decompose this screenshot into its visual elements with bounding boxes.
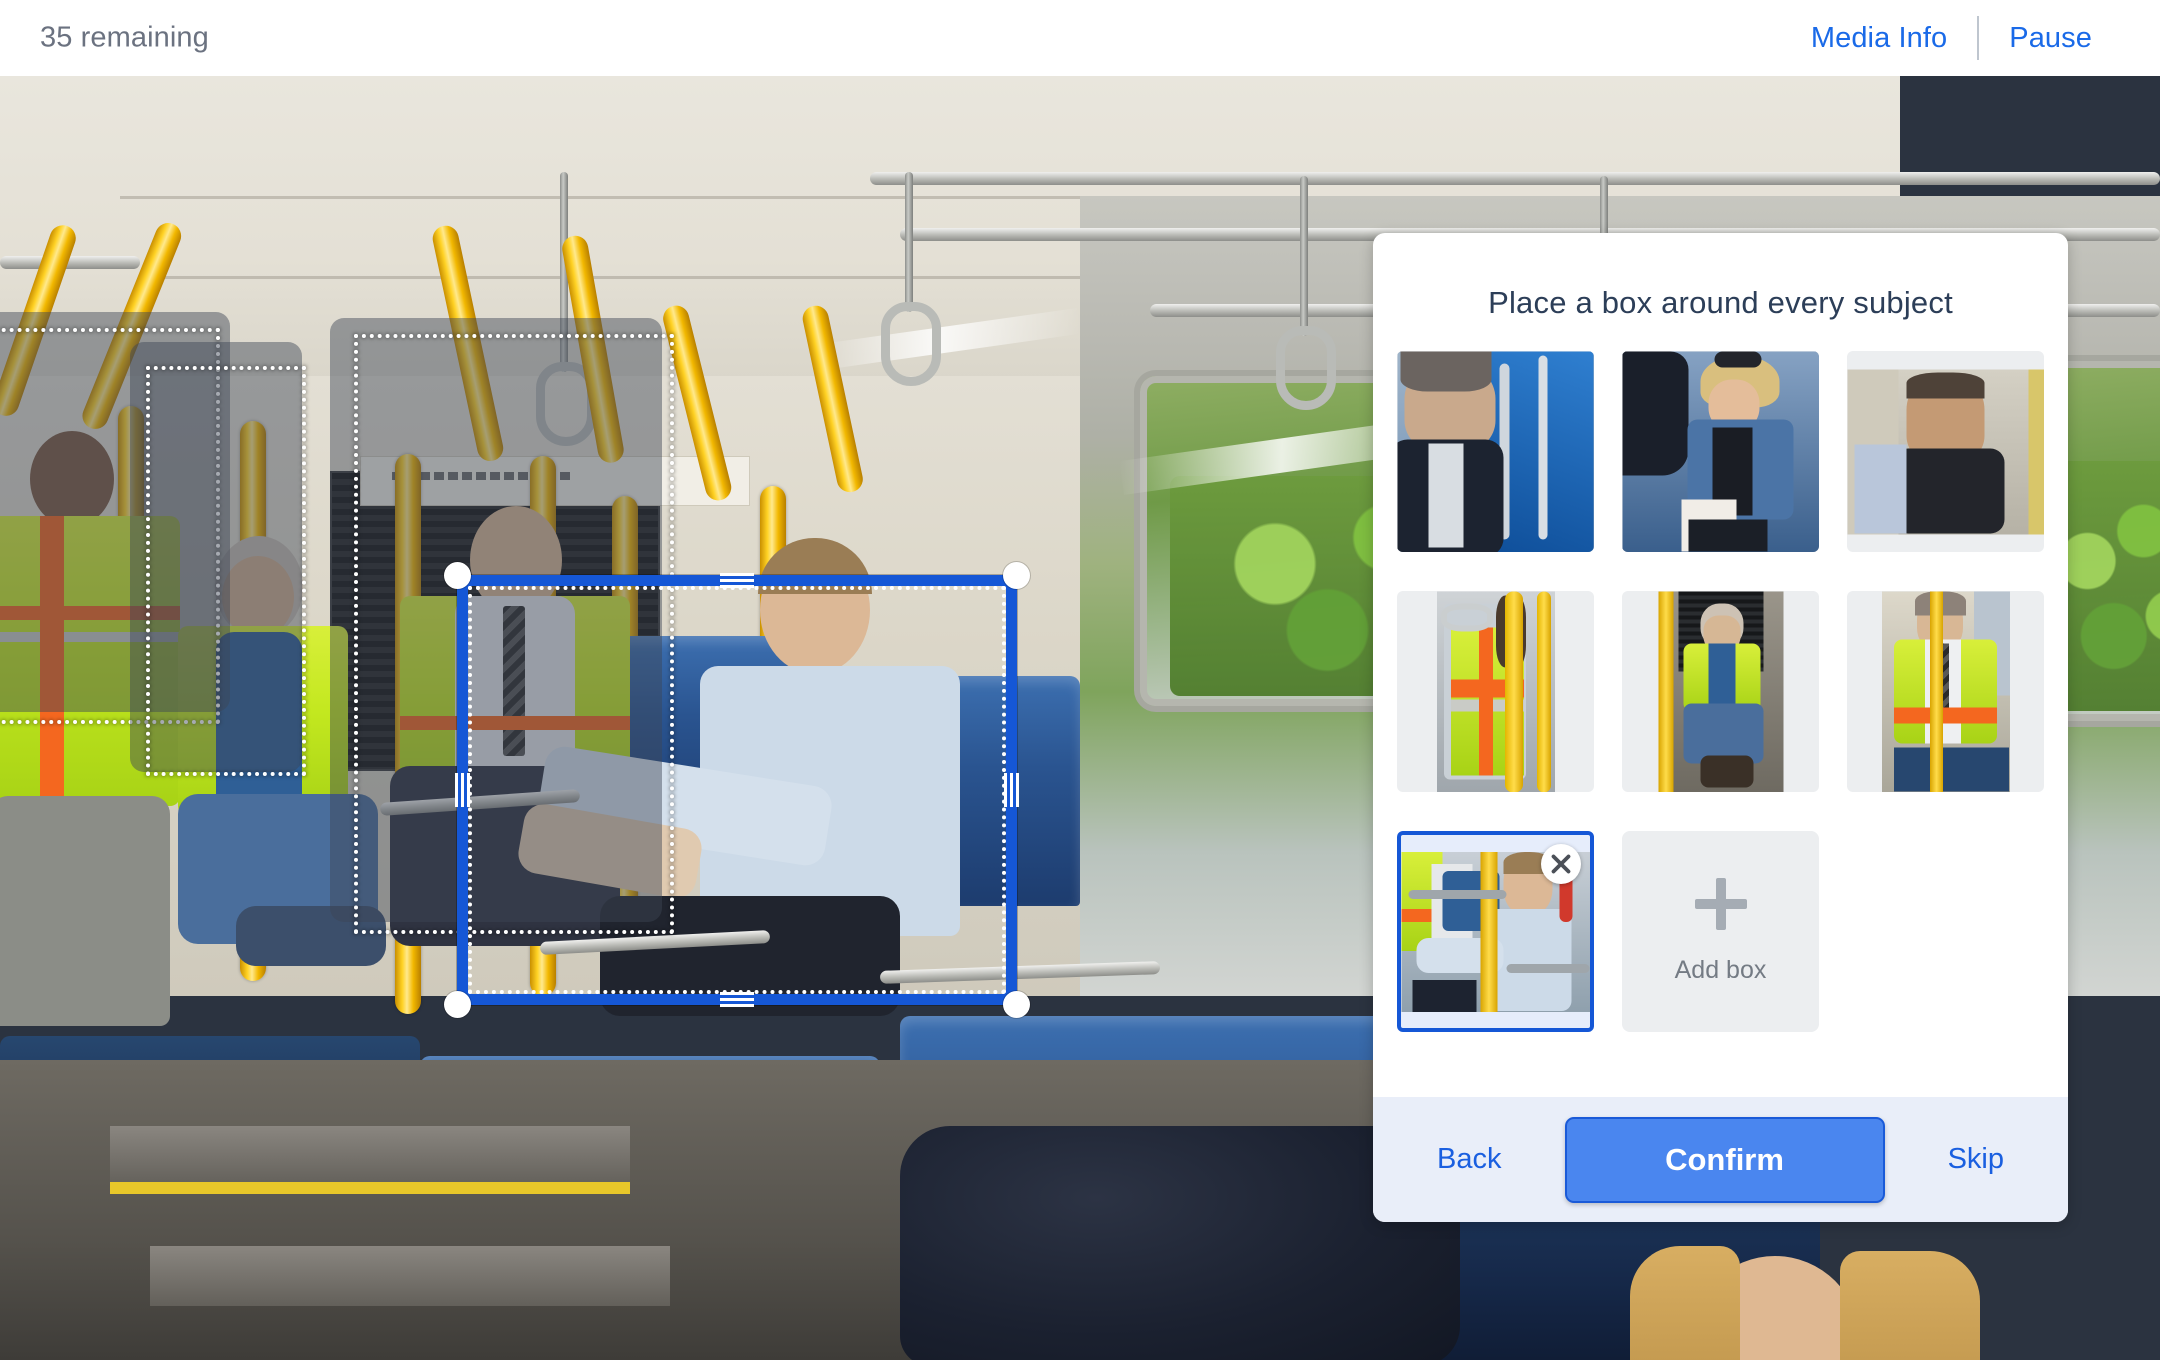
skip-button[interactable]: Skip xyxy=(1936,1133,2016,1186)
active-bounding-box[interactable] xyxy=(444,562,1030,1018)
active-box-inner-outline xyxy=(468,586,1006,994)
thumbnail-tile[interactable] xyxy=(1397,591,1594,792)
thumbnail-grid: Add box xyxy=(1373,351,2068,1097)
panel-footer: Back Confirm Skip xyxy=(1373,1097,2068,1222)
handle-bottom-left[interactable] xyxy=(444,991,471,1018)
annotation-app: 35 remaining Media Info Pause Place a bo… xyxy=(0,0,2160,1360)
remaining-count: 35 remaining xyxy=(40,21,209,54)
close-icon[interactable] xyxy=(1541,844,1581,884)
thumbnail-tile[interactable] xyxy=(1622,351,1819,552)
confirm-button[interactable]: Confirm xyxy=(1564,1116,1885,1203)
thumbnail-tile[interactable] xyxy=(1847,351,2044,552)
back-button[interactable]: Back xyxy=(1425,1133,1513,1186)
thumbnail-tile[interactable] xyxy=(1397,351,1594,552)
handle-top-left[interactable] xyxy=(444,562,471,589)
edge-grip-top[interactable] xyxy=(720,573,754,588)
add-box-label: Add box xyxy=(1674,956,1767,984)
edge-grip-right[interactable] xyxy=(1004,773,1019,807)
plus-icon xyxy=(1694,878,1747,930)
edge-grip-left[interactable] xyxy=(455,773,470,807)
pause-link[interactable]: Pause xyxy=(1979,22,2122,55)
inactive-box-outline[interactable] xyxy=(146,366,306,776)
handle-bottom-right[interactable] xyxy=(1003,991,1030,1018)
thumbnail-tile[interactable] xyxy=(1847,591,2044,792)
panel-title: Place a box around every subject xyxy=(1488,285,1953,320)
subjects-panel: Place a box around every subject Add box… xyxy=(1373,233,2068,1222)
thumbnail-tile[interactable] xyxy=(1622,591,1819,792)
add-box-button[interactable]: Add box xyxy=(1622,831,1819,1032)
edge-grip-bottom[interactable] xyxy=(720,992,754,1007)
handle-top-right[interactable] xyxy=(1003,562,1030,589)
thumbnail-tile-selected[interactable] xyxy=(1397,831,1594,1032)
media-info-link[interactable]: Media Info xyxy=(1781,22,1977,55)
top-bar: 35 remaining Media Info Pause xyxy=(0,0,2160,76)
top-bar-actions: Media Info Pause xyxy=(1781,16,2122,60)
